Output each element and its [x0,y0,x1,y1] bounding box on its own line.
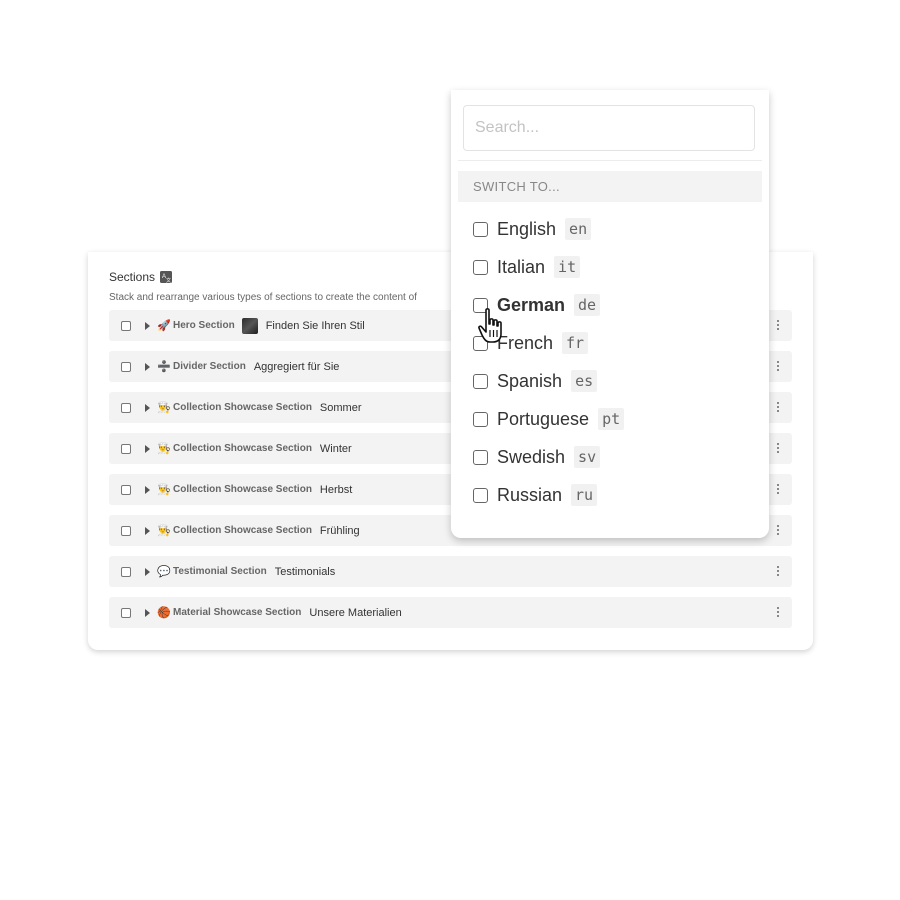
section-row[interactable]: 🏀 Material Showcase Section Unsere Materia… [109,597,792,628]
section-type-label: Material Showcase Section [173,607,302,618]
section-checkbox[interactable] [121,320,131,331]
language-code: fr [562,332,589,354]
language-code: ru [571,484,598,506]
language-name: Swedish [497,446,566,467]
expand-caret-icon[interactable] [145,526,150,535]
section-title: Finden Sie Ihren Stil [265,319,365,332]
person-icon: 👨‍🍳 [157,402,171,414]
section-checkbox[interactable] [121,484,131,495]
sections-description: Stack and rearrange various types of sec… [109,292,417,303]
section-type-label: Divider Section [173,361,246,372]
language-code: it [554,256,581,278]
person-icon: 👨‍🍳 [157,525,171,537]
expand-caret-icon[interactable] [145,567,150,576]
language-search-input[interactable] [463,105,755,151]
kebab-menu-icon[interactable] [777,607,780,617]
section-type-label: Hero Section [173,320,235,331]
section-title: Winter [319,442,352,455]
expand-caret-icon[interactable] [145,485,150,494]
section-checkbox[interactable] [121,525,131,536]
language-option-pt[interactable]: Portuguese pt [473,400,625,438]
rocket-icon: 🚀 [157,320,171,332]
language-option-es[interactable]: Spanish es [473,362,624,400]
section-checkbox[interactable] [121,361,131,372]
section-type-label: Collection Showcase Section [173,525,312,536]
language-checkbox[interactable] [473,373,488,389]
language-option-ru[interactable]: Russian ru [473,476,624,514]
divide-icon: ➗ [157,361,171,373]
section-title: Herbst [319,483,353,496]
section-title: Frühling [319,524,360,537]
kebab-menu-icon[interactable] [777,566,780,576]
section-type-label: Collection Showcase Section [173,484,312,495]
language-name: Portuguese [497,408,590,429]
language-option-en[interactable]: English en [473,210,624,248]
language-code: pt [598,408,625,430]
translate-icon[interactable]: A 文 [160,271,173,283]
section-title: Unsere Materialien [309,606,402,619]
person-icon: 👨‍🍳 [157,484,171,496]
language-option-sv[interactable]: Swedish sv [473,438,624,476]
language-name: English [497,218,557,239]
section-checkbox[interactable] [121,607,131,618]
language-checkbox[interactable] [473,449,488,465]
expand-caret-icon[interactable] [145,608,150,617]
language-name: Italian [497,256,546,277]
section-type-label: Testimonial Section [173,566,267,577]
language-option-it[interactable]: Italian it [473,248,624,286]
expand-caret-icon[interactable] [145,444,150,453]
language-code: sv [574,446,601,468]
section-title: Sommer [319,401,362,414]
expand-caret-icon[interactable] [145,321,150,330]
language-checkbox[interactable] [473,487,488,503]
section-thumbnail [241,317,258,334]
kebab-menu-icon[interactable] [777,402,780,412]
section-title: Testimonials [274,565,336,578]
expand-caret-icon[interactable] [145,362,150,371]
svg-text:文: 文 [166,277,171,283]
language-name: Spanish [497,370,563,391]
language-name: Russian [497,484,563,505]
kebab-menu-icon[interactable] [777,443,780,453]
language-code: es [571,370,598,392]
language-checkbox[interactable] [473,411,488,427]
kebab-menu-icon[interactable] [777,484,780,494]
expand-caret-icon[interactable] [145,403,150,412]
section-row[interactable]: 💬 Testimonial Section Testimonials [109,556,792,587]
language-code: de [574,294,601,316]
kebab-menu-icon[interactable] [777,320,780,330]
person-icon: 👨‍🍳 [157,443,171,455]
section-checkbox[interactable] [121,402,131,413]
language-checkbox[interactable] [473,221,488,237]
section-type-label: Collection Showcase Section [173,443,312,454]
speech-bubble-icon: 💬 [157,566,171,578]
kebab-menu-icon[interactable] [777,525,780,535]
language-code: en [565,218,592,240]
section-checkbox[interactable] [121,566,131,577]
sections-title: Sections A 文 [109,270,173,284]
section-type-label: Collection Showcase Section [173,402,312,413]
language-list: English en Italian it German de French fr Spanis… [473,210,625,514]
switch-to-header: SWITCH TO... [458,171,762,202]
dropdown-divider [458,160,762,161]
hand-pointer-icon [478,308,502,343]
sections-title-label: Sections [109,270,156,284]
section-checkbox[interactable] [121,443,131,454]
language-checkbox[interactable] [473,259,488,275]
kebab-menu-icon[interactable] [777,361,780,371]
ball-icon: 🏀 [157,607,171,619]
section-title: Aggregiert für Sie [253,360,340,373]
